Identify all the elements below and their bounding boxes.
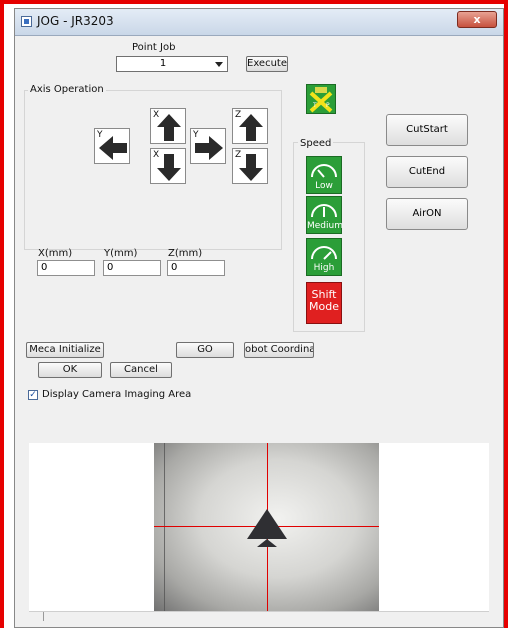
speed-high-button[interactable]: High — [306, 238, 342, 276]
point-job-label: Point Job — [132, 42, 176, 53]
y-plus-button[interactable]: Y — [190, 128, 226, 164]
cut-start-button[interactable]: CutStart — [386, 114, 468, 146]
arrow-right-icon — [195, 136, 223, 160]
shift-mode-button[interactable]: Shift Mode — [306, 282, 342, 324]
y-mm-label: Y(mm) — [104, 248, 138, 259]
tp-mark-icon: T P — [309, 87, 333, 113]
meca-initialize-button[interactable]: Meca Initialize — [26, 342, 104, 358]
strip-divider — [43, 612, 44, 621]
arrow-up-icon — [157, 114, 181, 141]
speed-medium-label: Medium — [307, 221, 343, 231]
execute-button[interactable]: Execute — [246, 56, 288, 72]
bottom-strip — [29, 611, 489, 621]
cancel-button[interactable]: Cancel — [110, 362, 172, 378]
close-button[interactable]: x — [457, 11, 497, 28]
window-title: JOG - JR3203 — [37, 14, 114, 28]
camera-image — [154, 443, 379, 611]
speedometer-icon — [311, 164, 337, 178]
speedometer-icon — [311, 204, 337, 218]
speed-label: Speed — [298, 138, 334, 149]
arrow-up-icon — [239, 114, 263, 141]
svg-text:T: T — [312, 102, 317, 109]
x-mm-label: X(mm) — [38, 248, 73, 259]
point-job-select[interactable]: 1 — [116, 56, 228, 72]
z-plus-button[interactable]: Z — [232, 108, 268, 144]
speed-low-label: Low — [315, 181, 333, 191]
arrow-left-icon — [99, 136, 127, 160]
x-mm-field[interactable]: 0 — [37, 260, 95, 276]
robot-coordinate-button[interactable]: obot Coordinate — [244, 342, 314, 358]
speed-high-label: High — [313, 263, 335, 273]
arrow-down-icon — [157, 154, 181, 181]
app-icon — [21, 16, 32, 27]
y-minus-button[interactable]: Y — [94, 128, 130, 164]
title-bar: JOG - JR3203 x — [15, 9, 503, 36]
z-mm-field[interactable]: 0 — [167, 260, 225, 276]
x-minus-button[interactable]: X — [150, 148, 186, 184]
cut-end-button[interactable]: CutEnd — [386, 156, 468, 188]
y-mm-field[interactable]: 0 — [103, 260, 161, 276]
x-plus-button[interactable]: X — [150, 108, 186, 144]
z-minus-button[interactable]: Z — [232, 148, 268, 184]
go-button[interactable]: GO — [176, 342, 234, 358]
speedometer-icon — [311, 246, 337, 260]
air-on-button[interactable]: AirON — [386, 198, 468, 230]
speed-medium-button[interactable]: Medium — [306, 196, 343, 234]
ok-button[interactable]: OK — [38, 362, 102, 378]
point-job-selected: 1 — [159, 58, 167, 69]
arrow-down-icon — [239, 154, 263, 181]
display-camera-checkbox[interactable]: ✓ — [28, 390, 38, 400]
display-camera-label: Display Camera Imaging Area — [42, 389, 192, 400]
target-object — [247, 509, 287, 547]
speed-low-button[interactable]: Low — [306, 156, 342, 194]
teach-pendant-icon[interactable]: T P — [306, 84, 336, 114]
chevron-down-icon — [215, 62, 223, 67]
axis-operation-label: Axis Operation — [28, 84, 106, 95]
svg-text:P: P — [326, 102, 330, 109]
z-mm-label: Z(mm) — [168, 248, 203, 259]
